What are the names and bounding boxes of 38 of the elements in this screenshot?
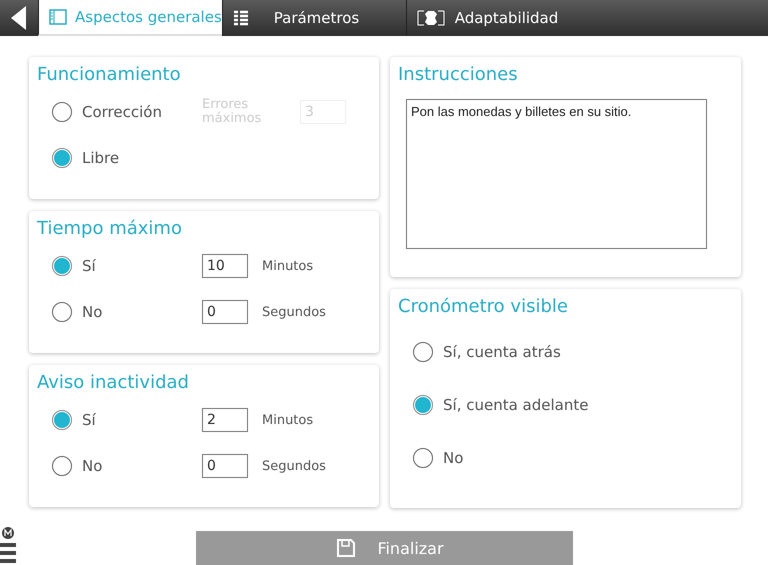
- radio-label[interactable]: Libre: [82, 149, 120, 167]
- card-title: Instrucciones: [398, 64, 519, 85]
- radio-button[interactable]: [413, 395, 433, 415]
- radio-label[interactable]: Corrección: [82, 103, 162, 121]
- card-title: Aviso inactividad: [37, 372, 190, 393]
- radio-button[interactable]: [52, 148, 72, 168]
- save-icon: [337, 539, 356, 557]
- number-field[interactable]: 0: [202, 454, 248, 478]
- menu-logo-icon: [0, 526, 16, 565]
- radio-button[interactable]: [52, 302, 72, 322]
- radio-button[interactable]: [52, 410, 72, 430]
- unit-label: Minutos: [262, 258, 314, 274]
- radio-label[interactable]: Sí, cuenta atrás: [443, 343, 561, 361]
- number-field[interactable]: 0: [202, 300, 248, 324]
- radio-label[interactable]: Sí, cuenta adelante: [443, 396, 588, 414]
- radio-label[interactable]: No: [82, 457, 102, 475]
- panel-icon: [49, 9, 67, 25]
- radio-label[interactable]: No: [82, 303, 102, 321]
- card-title: Cronómetro visible: [398, 296, 569, 317]
- unit-label: Segundos: [262, 304, 327, 320]
- number-field[interactable]: 10: [202, 254, 248, 278]
- radio-label[interactable]: No: [443, 449, 464, 467]
- radio-label[interactable]: Sí: [82, 257, 96, 275]
- puzzle-icon: [417, 10, 445, 26]
- unit-label: Minutos: [262, 412, 314, 428]
- radio-button[interactable]: [413, 342, 433, 362]
- radio-button[interactable]: [52, 256, 72, 276]
- unit-label: Segundos: [262, 458, 327, 474]
- radio-button[interactable]: [52, 102, 72, 122]
- list-icon: [233, 10, 249, 26]
- back-arrow-icon: [11, 6, 27, 30]
- instructions-field[interactable]: Pon las monedas y billetes en su sitio.: [406, 99, 707, 249]
- radio-label[interactable]: Sí: [82, 411, 96, 429]
- card-title: Tiempo máximo: [37, 218, 183, 239]
- radio-button[interactable]: [413, 448, 433, 468]
- card-title: Funcionamiento: [37, 64, 182, 85]
- number-field[interactable]: 2: [202, 408, 248, 432]
- radio-button[interactable]: [52, 456, 72, 476]
